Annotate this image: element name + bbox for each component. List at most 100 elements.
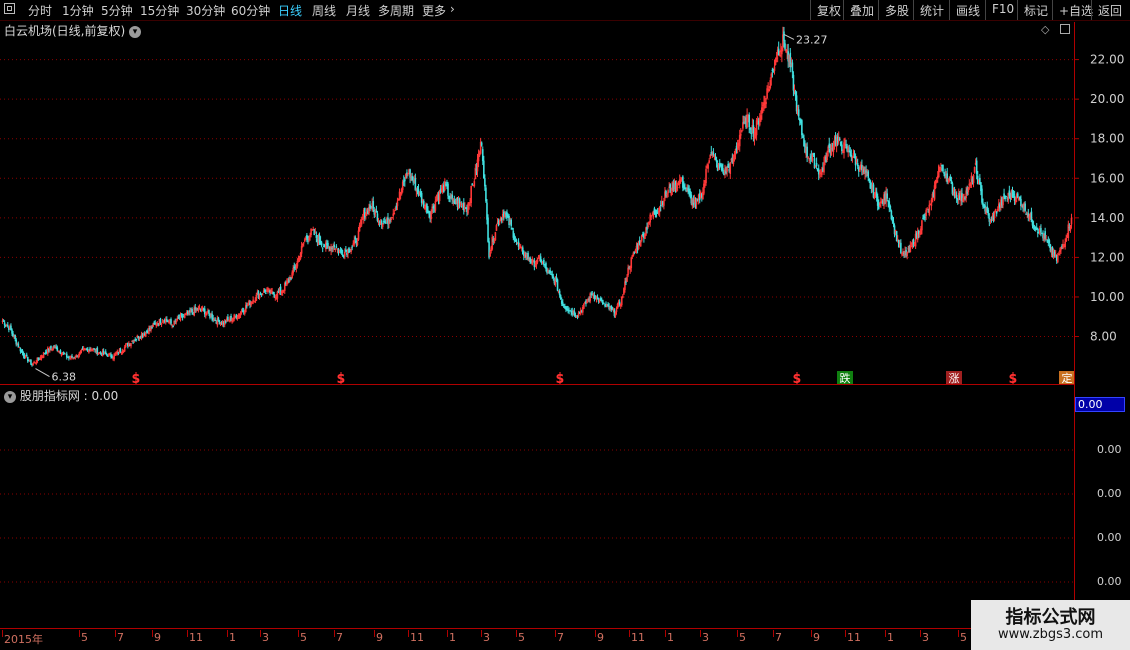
date-tick-mark [187,630,188,637]
toolbar-button[interactable]: F10 [985,0,1018,20]
toolbar-button[interactable]: 复权 [810,0,845,20]
candle-body [707,164,709,169]
candle-body [480,142,483,146]
period-tab[interactable]: 5分钟 [101,2,133,19]
candle-body [327,242,329,247]
period-tab[interactable]: 30分钟 [186,2,225,19]
period-tab[interactable]: 15分钟 [140,2,179,19]
indicator-chart[interactable] [0,385,1074,628]
candle-body [334,248,337,250]
candle-body [170,319,172,324]
candle-body [357,230,360,240]
toolbar-button[interactable]: 统计 [913,0,948,20]
candle-body [160,323,163,325]
period-tab[interactable]: 60分钟 [231,2,270,19]
candle-body [159,318,162,324]
candle-body [6,324,9,327]
watermark-url: www.zbgs3.com [997,627,1104,642]
date-tick-label: 1 [667,631,674,644]
date-tick-label: 7 [336,631,343,644]
candle-body [994,209,997,212]
candle-body [320,242,323,246]
candle-body [135,338,138,340]
candle-body [470,185,472,204]
y-tick-label: 14.00 [1090,211,1124,225]
date-tick-mark [555,630,556,637]
date-tick-label: 2015年 [4,633,43,646]
indicator-axis-tick: 0.00 [1097,531,1122,544]
period-tab[interactable]: 周线 [312,2,336,19]
date-tick-label: 9 [376,631,383,644]
period-tab[interactable]: 分时 [28,2,52,19]
date-tick-mark [408,630,409,637]
candle-body [32,363,34,366]
date-tick-label: 3 [922,631,929,644]
candle-body [495,225,498,231]
candle-body [1040,228,1042,233]
period-tab[interactable]: 更多 [422,2,446,19]
date-tick-label: 9 [813,631,820,644]
candle-body [344,251,346,257]
candle-body [498,222,501,224]
candle-body [806,146,808,157]
y-tick-label: 10.00 [1090,290,1124,304]
candle-body [321,247,324,249]
period-tab[interactable]: 多周期 [378,2,414,19]
date-tick-label: 11 [847,631,861,644]
candle-body [175,321,178,323]
period-tab[interactable]: 月线 [346,2,370,19]
candle-body [773,66,776,71]
date-tick-label: 1 [449,631,456,644]
low-annotation-leader [35,368,50,378]
y-tick-label: 16.00 [1090,171,1124,185]
candle-body [705,169,707,184]
window-layout-icon[interactable] [4,3,15,14]
date-tick-label: 5 [518,631,525,644]
candle-body [647,225,649,227]
candle-body [889,205,892,210]
candle-body [227,316,229,320]
kline-chart[interactable]: 8.00 10.00 12.00 14.00 16.00 18.00 20.00 22.00 6… [0,22,1130,384]
date-tick-mark [665,630,666,637]
candle-body [390,218,392,220]
candle-body [1065,237,1068,242]
candle-body [867,171,870,178]
candle-body [1048,240,1051,244]
candle-body [729,162,732,174]
toolbar-button[interactable]: 画线 [949,0,984,20]
toolbar-button[interactable]: 多股 [878,0,913,20]
candle-body [838,139,841,141]
candle-body [255,294,258,301]
toolbar-button[interactable]: 返回 [1091,0,1126,20]
candle-body [739,133,742,136]
candle-body [793,88,796,91]
date-tick-mark [374,630,375,637]
candle-body [639,242,642,247]
period-tab[interactable]: 日线 [278,2,302,19]
date-tick-mark [700,630,701,637]
candle-body [972,174,975,183]
date-tick-label: 11 [189,631,203,644]
candle-body [765,101,767,105]
high-price-label: 23.27 [796,33,828,46]
period-tab[interactable]: 1分钟 [62,2,94,19]
date-tick-mark [152,630,153,637]
candle-body [622,295,624,298]
high-annotation-leader [783,34,795,40]
candle-body [268,288,270,290]
candle-body [942,164,944,172]
chevron-right-icon[interactable]: › [450,2,455,16]
date-tick-mark [447,630,448,637]
toolbar-button[interactable]: 叠加 [843,0,878,20]
candle-body [119,348,122,353]
candle-body [404,179,406,182]
date-tick-mark [79,630,80,637]
candle-body [741,130,743,132]
date-tick-mark [885,630,886,637]
toolbar-button[interactable]: 标记 [1017,0,1052,20]
candle-body [515,239,518,242]
watermark: 指标公式网 www.zbgs3.com [971,600,1130,650]
candle-body [663,200,665,206]
candle-body [536,258,539,263]
candle-body [815,163,818,166]
